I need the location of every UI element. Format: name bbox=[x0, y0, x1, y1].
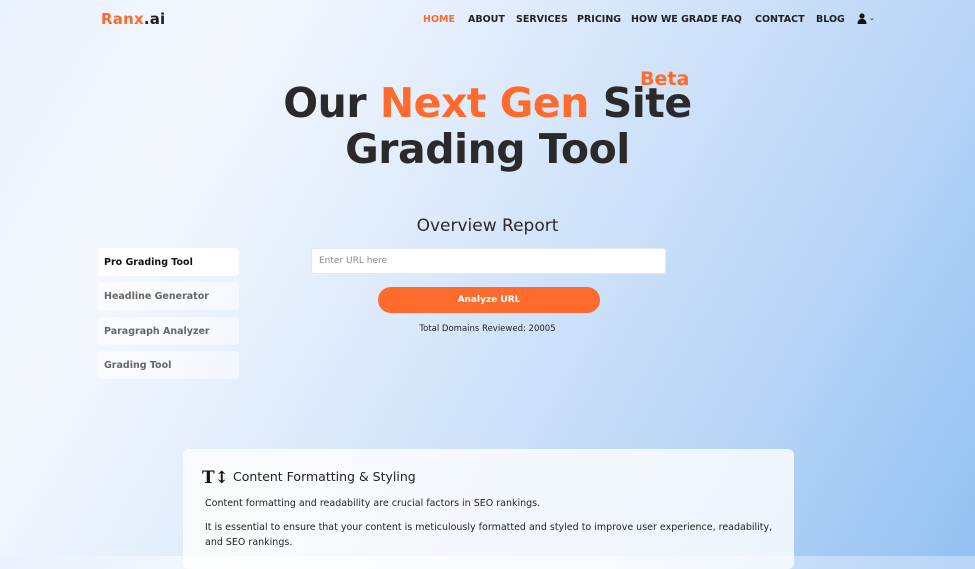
nav-how-we-grade[interactable]: HOW WE GRADE bbox=[631, 14, 718, 25]
nav-faq[interactable]: FAQ bbox=[721, 14, 742, 25]
nav-pricing[interactable]: PRICING bbox=[577, 14, 621, 25]
analyze-url-button[interactable]: Analyze URL bbox=[378, 287, 600, 313]
card-title: Content Formatting & Styling bbox=[233, 469, 416, 484]
card-paragraph-2: It is essential to ensure that your cont… bbox=[205, 522, 773, 548]
text-size-icon: T↕ bbox=[202, 468, 229, 488]
sidebar-item-grading-tool[interactable]: Grading Tool bbox=[98, 351, 239, 379]
nav-contact[interactable]: CONTACT bbox=[755, 14, 805, 25]
sidebar-item-headline-generator[interactable]: Headline Generator bbox=[98, 282, 239, 310]
brand-logo[interactable]: Ranx.ai bbox=[101, 10, 165, 28]
nav-home[interactable]: HOME bbox=[423, 14, 455, 25]
url-input[interactable] bbox=[311, 248, 666, 274]
nav-about[interactable]: ABOUT bbox=[468, 14, 505, 25]
chevron-down-icon: ⌄ bbox=[869, 14, 875, 22]
brand-logo-part2: .ai bbox=[143, 10, 166, 28]
brand-logo-part1: Ranx bbox=[101, 10, 144, 28]
nav-services[interactable]: SERVICES bbox=[516, 14, 568, 25]
hero-heading: Our Next Gen Site Grading Tool bbox=[0, 80, 975, 172]
card-paragraph-1: Content formatting and readability are c… bbox=[205, 498, 541, 509]
hero-line1-pre: Our bbox=[283, 79, 380, 127]
hero-line1-accent: Next Gen bbox=[379, 79, 590, 127]
user-icon bbox=[857, 12, 867, 24]
sidebar-item-pro-grading-tool[interactable]: Pro Grading Tool bbox=[98, 248, 239, 276]
user-menu[interactable]: ⌄ bbox=[857, 11, 875, 24]
hero-line2: Grading Tool bbox=[345, 125, 630, 173]
total-domains-reviewed: Total Domains Reviewed: 20005 bbox=[419, 324, 556, 334]
section-title: Overview Report bbox=[416, 216, 559, 236]
nav-blog[interactable]: BLOG bbox=[816, 14, 845, 25]
beta-badge: Beta bbox=[640, 68, 690, 90]
